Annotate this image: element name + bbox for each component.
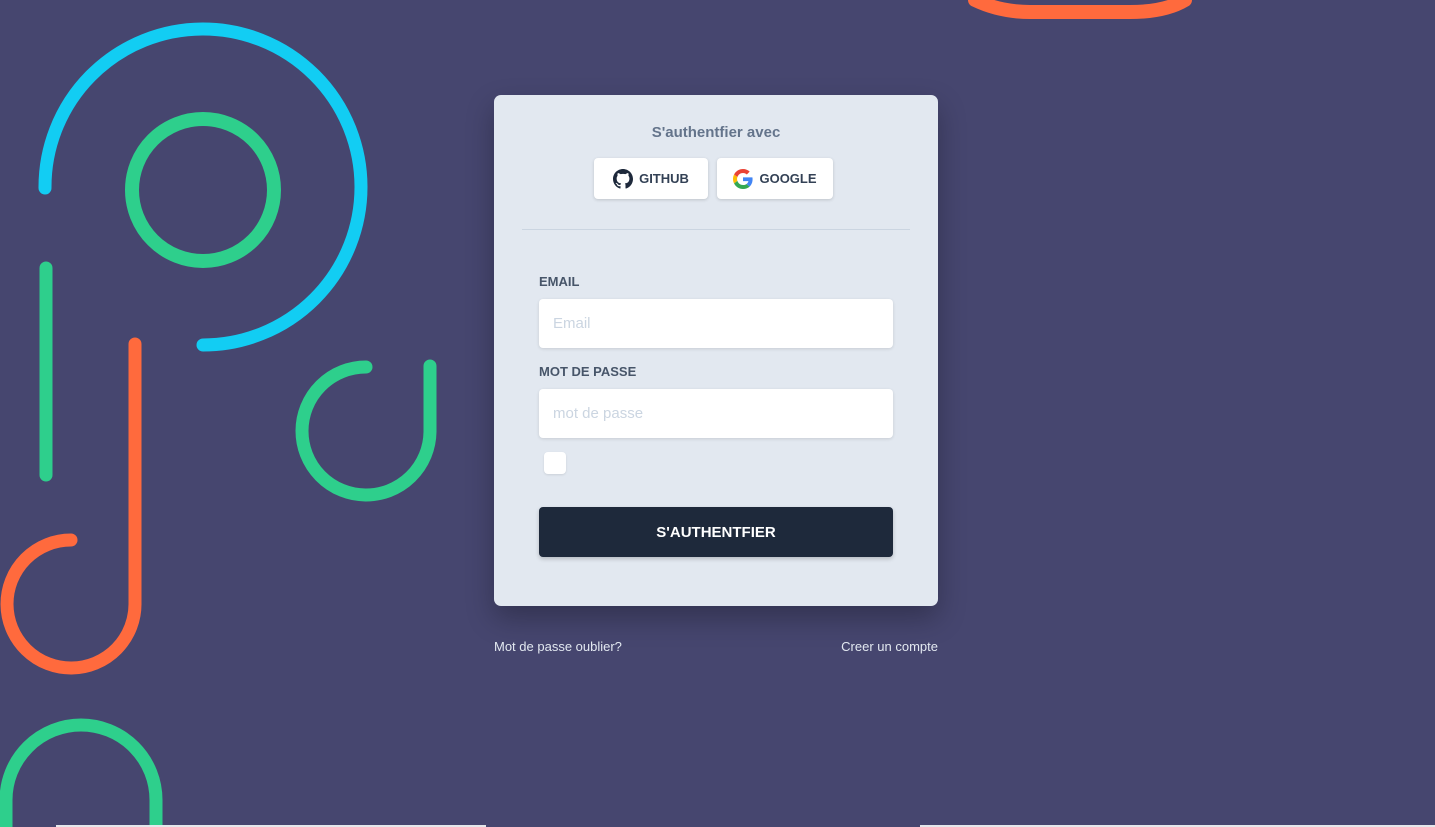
- divider: [522, 229, 910, 230]
- blue-arc: [38, 22, 368, 352]
- google-label: GOOGLE: [759, 171, 817, 186]
- github-button[interactable]: GITHUB: [594, 158, 708, 199]
- green-hook: [295, 359, 437, 502]
- github-label: GITHUB: [639, 171, 689, 186]
- google-button[interactable]: GOOGLE: [717, 158, 833, 199]
- login-title: S'authentfier avec: [651, 124, 781, 141]
- submit-button[interactable]: S'AUTHENTFIER: [539, 507, 893, 557]
- github-icon: [613, 168, 634, 189]
- orange-hook: [0, 337, 142, 675]
- forgot-password-link[interactable]: Mot de passe oublier?: [494, 639, 622, 654]
- create-account-link[interactable]: Creer un compte: [841, 639, 938, 654]
- email-field[interactable]: [539, 299, 893, 348]
- green-ring: [125, 112, 281, 268]
- google-icon: [733, 168, 754, 189]
- orange-top-curve: [968, 0, 1192, 19]
- login-card: S'authentfier avec GITHUB GOOGLE EMAIL M…: [494, 95, 938, 606]
- email-label: EMAIL: [539, 274, 580, 289]
- password-label: MOT DE PASSE: [539, 364, 637, 379]
- green-arch: [0, 718, 163, 827]
- password-field[interactable]: [539, 389, 893, 438]
- remember-checkbox[interactable]: [544, 452, 566, 474]
